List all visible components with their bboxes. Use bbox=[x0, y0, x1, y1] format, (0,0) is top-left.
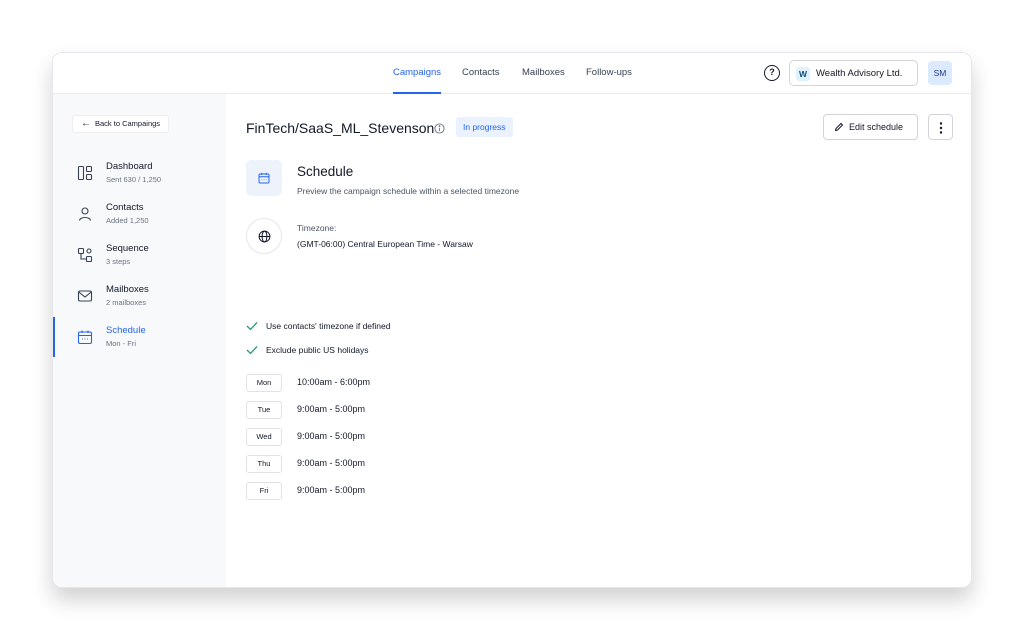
tab-mailboxes[interactable]: Mailboxes bbox=[522, 53, 565, 94]
sidebar-item-contacts[interactable]: Contacts Added 1,250 bbox=[53, 198, 226, 238]
sidebar: ← Back to Campaings Dashboard Sent 630 / … bbox=[53, 94, 226, 587]
back-to-campaigns-button[interactable]: ← Back to Campaings bbox=[72, 115, 170, 133]
sidebar-item-mailboxes[interactable]: Mailboxes 2 mailboxes bbox=[53, 280, 226, 320]
option-label: Use contacts' timezone if defined bbox=[266, 321, 391, 331]
timezone-value: (GMT-06:00) Central European Time - Wars… bbox=[297, 239, 473, 249]
day-chip: Tue bbox=[246, 401, 282, 419]
main-content: FinTech/SaaS_ML_Stevenson In progress Ed… bbox=[226, 94, 971, 587]
org-name: Wealth Advisory Ltd. bbox=[816, 68, 903, 79]
sidebar-item-label: Dashboard bbox=[106, 161, 153, 172]
timezone-icon-box bbox=[246, 218, 282, 254]
timezone-label: Timezone: bbox=[297, 223, 337, 233]
sidebar-item-sub: 2 mailboxes bbox=[106, 298, 147, 307]
tab-campaigns[interactable]: Campaigns bbox=[393, 53, 442, 94]
sidebar-item-sub: Mon - Fri bbox=[106, 339, 136, 348]
day-hours: 9:00am - 5:00pm bbox=[297, 431, 366, 441]
option-label: Exclude public US holidays bbox=[266, 345, 369, 355]
sidebar-item-label: Contacts bbox=[106, 202, 144, 213]
user-icon bbox=[78, 207, 92, 221]
more-vertical-icon bbox=[939, 122, 943, 134]
day-hours: 9:00am - 5:00pm bbox=[297, 458, 366, 468]
tab-contacts[interactable]: Contacts bbox=[462, 53, 500, 94]
page-title: FinTech/SaaS_ML_Stevenson bbox=[246, 120, 435, 136]
sidebar-item-schedule[interactable]: Schedule Mon - Fri bbox=[53, 317, 226, 361]
sidebar-item-label: Schedule bbox=[106, 325, 146, 336]
status-badge: In progress bbox=[456, 117, 513, 137]
tab-follow-ups[interactable]: Follow-ups bbox=[586, 53, 632, 94]
calendar-icon bbox=[258, 172, 270, 184]
more-options-button[interactable] bbox=[928, 114, 953, 140]
check-icon bbox=[246, 346, 258, 355]
sequence-icon bbox=[77, 247, 93, 263]
edit-schedule-button[interactable]: Edit schedule bbox=[823, 114, 918, 140]
sidebar-item-dashboard[interactable]: Dashboard Sent 630 / 1,250 bbox=[53, 157, 226, 197]
day-chip: Fri bbox=[246, 482, 282, 500]
day-chip: Thu bbox=[246, 455, 282, 473]
avatar[interactable]: SM bbox=[928, 61, 952, 85]
sidebar-item-label: Sequence bbox=[106, 243, 149, 254]
sidebar-item-sub: Sent 630 / 1,250 bbox=[106, 175, 162, 184]
sidebar-item-sequence[interactable]: Sequence 3 steps bbox=[53, 239, 226, 279]
day-chip: Mon bbox=[246, 374, 282, 392]
globe-icon bbox=[258, 230, 271, 243]
pencil-icon bbox=[834, 122, 844, 132]
arrow-left-icon: ← bbox=[81, 118, 91, 129]
day-hours: 9:00am - 5:00pm bbox=[297, 485, 366, 495]
sidebar-item-sub: Added 1,250 bbox=[106, 216, 149, 225]
sidebar-item-label: Mailboxes bbox=[106, 284, 149, 295]
mail-icon bbox=[77, 290, 93, 302]
app-window: Campaigns Contacts Mailboxes Follow-ups … bbox=[52, 52, 972, 588]
info-icon[interactable] bbox=[434, 123, 445, 134]
back-button-label: Back to Campaings bbox=[95, 119, 161, 128]
top-navigation: Campaigns Contacts Mailboxes Follow-ups … bbox=[53, 53, 971, 94]
org-logo: W bbox=[796, 67, 810, 81]
day-chip: Wed bbox=[246, 428, 282, 446]
organization-switcher[interactable]: W Wealth Advisory Ltd. bbox=[789, 60, 918, 86]
dashboard-icon bbox=[77, 165, 93, 181]
edit-schedule-label: Edit schedule bbox=[849, 122, 904, 132]
calendar-icon bbox=[77, 330, 93, 345]
schedule-header-icon-box bbox=[246, 160, 282, 196]
section-title: Schedule bbox=[297, 164, 354, 179]
sidebar-item-sub: 3 steps bbox=[106, 257, 131, 266]
day-hours: 10:00am - 6:00pm bbox=[297, 377, 371, 387]
question-circle-icon[interactable]: ? bbox=[764, 65, 780, 81]
section-description: Preview the campaign schedule within a s… bbox=[297, 186, 520, 196]
check-icon bbox=[246, 322, 258, 331]
day-hours: 9:00am - 5:00pm bbox=[297, 404, 366, 414]
